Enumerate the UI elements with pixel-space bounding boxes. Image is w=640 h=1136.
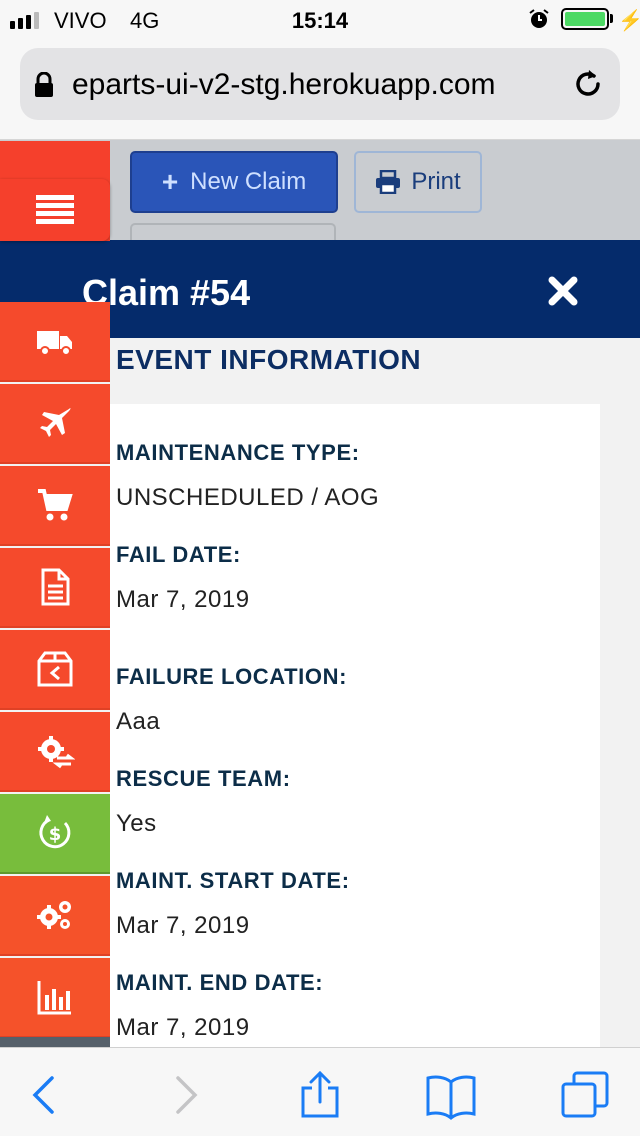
sidebar-item-returns[interactable]	[0, 630, 110, 710]
new-claim-button[interactable]: + New Claim	[130, 151, 338, 213]
field-label: FAILURE LOCATION:	[116, 664, 347, 689]
sidebar-item-settings[interactable]	[0, 876, 110, 956]
gear-exchange-icon	[38, 736, 75, 769]
battery-icon	[561, 8, 609, 30]
details-card: MAINTENANCE TYPE: UNSCHEDULED / AOG FAIL…	[110, 404, 600, 1047]
sidebar-item-exchange[interactable]	[0, 712, 110, 792]
field-value: Mar 7, 2019	[116, 1014, 250, 1041]
print-button[interactable]: Print	[354, 151, 482, 213]
url-text: eparts-ui-v2-stg.herokuapp.com	[72, 68, 496, 101]
print-label: Print	[411, 168, 461, 195]
sidebar: $	[0, 141, 110, 1047]
lock-icon	[35, 72, 53, 97]
sidebar-item-cart[interactable]	[0, 466, 110, 546]
svg-text:$: $	[49, 824, 62, 845]
gears-icon	[37, 901, 71, 929]
sidebar-item-aircraft[interactable]	[0, 384, 110, 464]
field-value: Mar 7, 2019	[116, 586, 250, 613]
share-icon[interactable]	[295, 1070, 345, 1120]
airplane-icon	[40, 408, 71, 437]
tabs-icon[interactable]	[560, 1070, 610, 1120]
field-label: MAINTENANCE TYPE:	[116, 440, 360, 465]
field-label: MAINT. END DATE:	[116, 970, 324, 995]
sidebar-item-payments[interactable]: $	[0, 794, 110, 874]
printer-icon	[376, 170, 401, 194]
charging-icon: ⚡	[618, 10, 640, 32]
menu-toggle-button[interactable]	[0, 179, 110, 241]
status-bar: VIVO 4G 15:14 ⚡	[0, 0, 640, 40]
browser-address-area: eparts-ui-v2-stg.herokuapp.com	[0, 40, 640, 140]
plus-icon: +	[161, 166, 179, 197]
new-claim-label: New Claim	[190, 168, 307, 195]
address-bar[interactable]: eparts-ui-v2-stg.herokuapp.com	[20, 48, 620, 120]
field-value: Aaa	[116, 708, 161, 735]
hamburger-icon	[36, 195, 74, 224]
field-label: FAIL DATE:	[116, 542, 241, 567]
truck-icon	[37, 331, 72, 356]
cart-icon	[38, 489, 73, 521]
browser-toolbar	[0, 1047, 640, 1136]
reload-icon[interactable]	[570, 66, 606, 102]
field-value: Yes	[116, 810, 157, 837]
sidebar-item-reports[interactable]	[0, 958, 110, 1038]
bar-chart-icon	[37, 981, 71, 1015]
field-value: Mar 7, 2019	[116, 912, 250, 939]
close-icon[interactable]	[546, 274, 580, 308]
bookmarks-icon[interactable]	[426, 1070, 476, 1120]
sidebar-item-shipping[interactable]	[0, 302, 110, 382]
alarm-icon	[529, 9, 549, 28]
sidebar-item-documents[interactable]	[0, 548, 110, 628]
field-label: MAINT. START DATE:	[116, 868, 350, 893]
field-label: RESCUE TEAM:	[116, 766, 291, 791]
back-icon[interactable]	[20, 1070, 70, 1120]
field-value: UNSCHEDULED / AOG	[116, 484, 380, 511]
dollar-refresh-icon: $	[39, 815, 71, 849]
document-icon	[41, 568, 70, 606]
forward-icon[interactable]	[160, 1070, 210, 1120]
section-title: EVENT INFORMATION	[116, 344, 422, 375]
box-return-icon	[37, 651, 73, 687]
